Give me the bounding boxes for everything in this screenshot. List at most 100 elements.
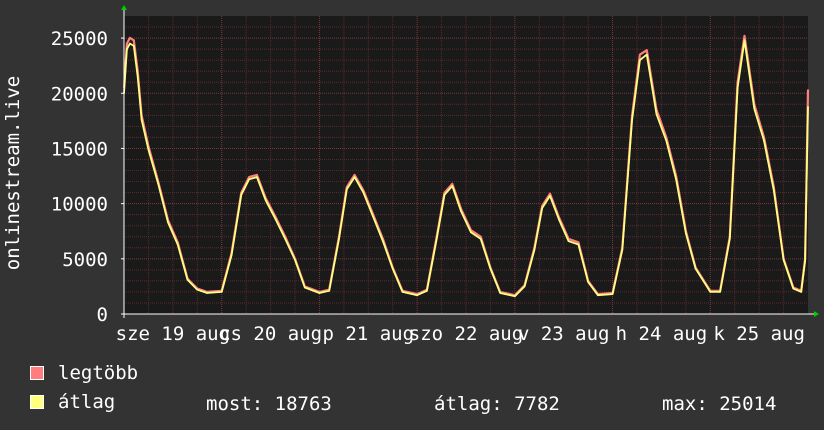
data-point-avg [611,293,614,295]
x-tick-label: h 24 aug [616,323,708,345]
data-point-avg [709,291,712,293]
data-point-avg [136,75,139,78]
y-tick-label: 25000 [51,28,108,50]
y-tick-label: 15000 [51,138,108,160]
legend-item-max: legtöbb [30,364,138,383]
data-point-avg [401,291,404,293]
x-tick-label: p 21 aug [323,323,415,345]
data-point-avg [807,106,809,108]
data-point-max [353,174,356,176]
data-point-avg [372,216,374,218]
data-point-avg [736,86,739,89]
data-point-avg [318,292,321,294]
data-point-avg [577,243,580,246]
y-axis-label: onlinestream.live [2,76,24,270]
data-point-max [451,182,454,185]
data-point-avg [763,139,765,142]
data-point-avg [675,178,677,181]
data-point-max [132,39,135,42]
data-point-max [645,49,648,52]
data-point-max [577,241,580,244]
data-point-avg [196,288,199,291]
y-tick-label: 0 [97,304,108,326]
data-point-avg [132,45,135,47]
data-point-avg [804,260,806,262]
data-point-avg [743,39,746,42]
data-point-avg [353,176,356,178]
data-point-avg [639,59,641,61]
data-point-avg [773,189,775,192]
data-point-avg [541,207,544,209]
data-point-avg [792,287,795,290]
data-point-avg [167,221,169,224]
data-point-avg [220,291,223,293]
data-point-avg [685,232,687,235]
data-point-avg [147,148,150,151]
data-point-avg [362,191,365,194]
x-tick-label: k 25 aug [713,323,805,345]
data-point-avg [479,238,482,240]
data-point-avg [451,185,454,187]
data-point-avg [426,290,428,292]
y-tick-label: 5000 [62,249,108,271]
data-point-avg [665,139,668,142]
data-point-avg [567,240,570,242]
y-tick-label: 10000 [51,194,108,216]
data-point-avg [284,238,287,240]
data-point-avg [303,286,306,289]
y-tick-label: 20000 [51,83,108,105]
stat-average: átlag: 7782 [434,393,560,415]
data-point-avg [587,281,589,283]
data-point-avg [274,218,277,220]
data-point-avg [645,53,648,56]
data-point-avg [328,290,331,292]
graph-canvas: 0 5000 10000 15000 20000 25000 sze 19 aug cs 20… [0,0,824,430]
data-point-avg [597,294,599,297]
x-tick-label: v 23 aug [518,323,610,345]
data-point-avg [157,182,159,185]
data-point-max [639,53,641,56]
data-point-avg [621,249,624,251]
data-point-avg [435,238,438,240]
data-point-max [129,37,131,39]
data-point-avg [558,218,560,220]
data-point-max [479,235,482,238]
data-point-avg [240,194,243,196]
stat-now: most: 18763 [206,393,332,415]
y-axis-arrow [121,5,127,10]
x-tick-label: szo 22 aug [409,323,523,345]
legend-item-avg: átlag [30,393,115,412]
data-point-avg [729,238,731,240]
data-point-avg [719,291,721,293]
data-point-max [807,89,809,91]
data-point-avg [206,292,208,294]
data-point-avg [416,294,418,297]
data-point-avg [499,292,502,294]
data-point-avg [523,285,526,288]
legend-label-avg: átlag [58,391,116,413]
data-point-avg [514,295,516,298]
data-point-avg [443,194,446,196]
data-point-avg [230,254,233,257]
data-point-avg [248,178,250,181]
stat-max: max: 25014 [662,393,777,415]
data-point-max [549,192,551,195]
data-point-avg [460,210,462,213]
data-point-avg [176,243,179,246]
data-point-avg [533,249,536,251]
data-point-avg [294,259,296,261]
data-point-avg [694,267,697,270]
data-point-avg [345,188,348,191]
data-point-max [248,176,250,178]
data-point-avg [753,107,756,110]
data-point-avg [186,278,189,281]
data-point-avg [129,42,131,45]
data-point-avg [264,199,267,202]
legend-swatch-avg [30,395,44,409]
data-point-avg [126,48,128,50]
data-point-avg [655,113,658,116]
data-point-avg [256,176,258,178]
data-point-avg [631,118,633,121]
data-point-max [743,35,746,37]
x-tick-label: sze 19 aug [116,323,230,345]
